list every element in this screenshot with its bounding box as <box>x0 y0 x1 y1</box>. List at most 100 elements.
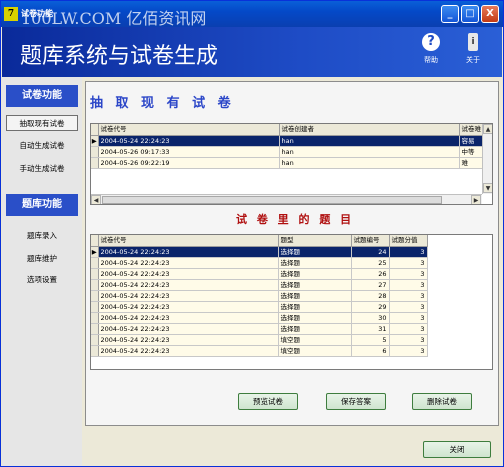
preview-exam-button[interactable]: 预览试卷 <box>238 393 298 410</box>
table-row[interactable]: 2004-05-26 09:22:19 han 难 <box>91 157 484 169</box>
cell-question-number: 25 <box>351 257 390 269</box>
col-exam-id[interactable]: 试卷代号 <box>98 235 279 247</box>
cell-exam-creator: han <box>279 135 460 147</box>
table-row[interactable]: 2004-05-24 22:24:23 选择题 27 3 <box>91 279 428 291</box>
question-header-row: 试卷代号 题型 试题编号 试题分值 <box>91 235 428 247</box>
app-header: 题库系统与试卷生成 ? 帮助 i 关于 <box>2 27 502 77</box>
exam-table: 试卷代号 试卷创建者 试卷难 ▶ 2004-05-24 22:24:23 han… <box>91 124 484 169</box>
hscroll-thumb[interactable] <box>102 196 442 204</box>
nav-item-auto-generate[interactable]: 自动生成试卷 <box>6 138 78 154</box>
cell-exam-id: 2004-05-26 09:17:33 <box>98 146 280 158</box>
cell-question-type: 选择题 <box>278 290 352 302</box>
exam-grid[interactable]: 试卷代号 试卷创建者 试卷难 ▶ 2004-05-24 22:24:23 han… <box>90 123 493 205</box>
cell-exam-id: 2004-05-24 22:24:23 <box>98 312 279 324</box>
help-icon: ? <box>422 33 440 51</box>
cell-exam-id: 2004-05-26 09:22:19 <box>98 157 280 169</box>
nav-section-bank: 题库功能 <box>6 194 78 216</box>
table-row[interactable]: 2004-05-24 22:24:23 选择题 29 3 <box>91 301 428 313</box>
cell-exam-creator: han <box>279 157 460 169</box>
exam-questions-title: 试 卷 里 的 题 目 <box>236 213 355 226</box>
scroll-up-icon[interactable]: ▲ <box>483 124 492 134</box>
cell-question-number: 30 <box>351 312 390 324</box>
table-row[interactable]: 2004-05-24 22:24:23 填空题 5 3 <box>91 334 428 346</box>
col-question-number[interactable]: 试题编号 <box>351 235 390 247</box>
cell-exam-id: 2004-05-24 22:24:23 <box>98 257 279 269</box>
cell-exam-id: 2004-05-24 22:24:23 <box>98 334 279 346</box>
nav-section-exam: 试卷功能 <box>6 85 78 107</box>
col-question-type[interactable]: 题型 <box>278 235 352 247</box>
app-window: 7 试卷功能 100LW.COM 亿佰资讯网 _ □ X 题库系统与试卷生成 ?… <box>0 0 504 467</box>
cell-exam-id: 2004-05-24 22:24:23 <box>98 345 279 357</box>
nav-item-options[interactable]: 选项设置 <box>6 272 78 288</box>
cell-question-number: 6 <box>351 345 390 357</box>
question-grid[interactable]: 试卷代号 题型 试题编号 试题分值 ▶ 2004-05-24 22:24:23 … <box>90 234 493 370</box>
table-row[interactable]: 2004-05-24 22:24:23 选择题 31 3 <box>91 323 428 335</box>
cell-exam-id: 2004-05-24 22:24:23 <box>98 323 279 335</box>
table-row[interactable]: 2004-05-24 22:24:23 选择题 26 3 <box>91 268 428 280</box>
table-row[interactable]: 2004-05-24 22:24:23 选择题 30 3 <box>91 312 428 324</box>
cell-exam-id: 2004-05-24 22:24:23 <box>98 301 279 313</box>
cell-question-score: 3 <box>389 301 428 313</box>
col-question-score[interactable]: 试题分值 <box>389 235 428 247</box>
cell-question-score: 3 <box>389 312 428 324</box>
close-window-button[interactable]: X <box>481 5 499 23</box>
cell-question-type: 选择题 <box>278 301 352 313</box>
cell-exam-id: 2004-05-24 22:24:23 <box>98 279 279 291</box>
cell-question-score: 3 <box>389 345 428 357</box>
extract-exam-title: 抽 取 现 有 试 卷 <box>90 96 235 111</box>
cell-question-type: 选择题 <box>278 257 352 269</box>
cell-question-type: 选择题 <box>278 323 352 335</box>
table-row[interactable]: ▶ 2004-05-24 22:24:23 选择题 24 3 <box>91 246 428 258</box>
scroll-left-icon[interactable]: ◀ <box>91 195 101 204</box>
page-title: 题库系统与试卷生成 <box>20 44 219 69</box>
cell-question-number: 24 <box>351 246 390 258</box>
left-nav: 试卷功能 抽取现有试卷 自动生成试卷 手动生成试卷 题库功能 题库录入 题库维护… <box>2 77 82 466</box>
about-button[interactable]: i 关于 <box>458 33 488 65</box>
table-row[interactable]: 2004-05-24 22:24:23 选择题 25 3 <box>91 257 428 269</box>
cell-exam-creator: han <box>279 146 460 158</box>
cell-question-type: 填空题 <box>278 345 352 357</box>
cell-exam-id: 2004-05-24 22:24:23 <box>98 246 279 258</box>
help-button[interactable]: ? 帮助 <box>416 33 446 65</box>
about-label: 关于 <box>466 56 480 64</box>
cell-question-score: 3 <box>389 279 428 291</box>
nav-item-bank-entry[interactable]: 题库录入 <box>6 228 78 244</box>
cell-question-number: 5 <box>351 334 390 346</box>
question-table: 试卷代号 题型 试题编号 试题分值 ▶ 2004-05-24 22:24:23 … <box>91 235 428 357</box>
cell-question-number: 26 <box>351 268 390 280</box>
cell-question-score: 3 <box>389 246 428 258</box>
exam-grid-hscroll[interactable]: ◀ ▶ <box>91 194 482 204</box>
cell-question-score: 3 <box>389 323 428 335</box>
cell-exam-difficulty: 容易 <box>459 135 484 147</box>
title-bar[interactable]: 7 试卷功能 100LW.COM 亿佰资讯网 _ □ X <box>1 1 503 28</box>
save-answers-button[interactable]: 保存答案 <box>326 393 386 410</box>
cell-question-score: 3 <box>389 257 428 269</box>
col-exam-difficulty[interactable]: 试卷难 <box>459 124 484 136</box>
cell-question-score: 3 <box>389 334 428 346</box>
nav-item-extract-exam[interactable]: 抽取现有试卷 <box>6 115 78 131</box>
cell-question-score: 3 <box>389 268 428 280</box>
nav-item-manual-generate[interactable]: 手动生成试卷 <box>6 161 78 177</box>
cell-question-number: 31 <box>351 323 390 335</box>
col-exam-id[interactable]: 试卷代号 <box>98 124 280 136</box>
cell-exam-difficulty: 中等 <box>459 146 484 158</box>
delete-exam-button[interactable]: 删除试卷 <box>412 393 472 410</box>
table-row[interactable]: 2004-05-24 22:24:23 选择题 28 3 <box>91 290 428 302</box>
cell-exam-id: 2004-05-24 22:24:23 <box>98 290 279 302</box>
cell-question-number: 28 <box>351 290 390 302</box>
close-button[interactable]: 关闭 <box>423 441 491 458</box>
nav-item-bank-maintain[interactable]: 题库维护 <box>6 251 78 267</box>
exam-grid-vscroll[interactable]: ▲ ▼ <box>482 124 492 194</box>
col-exam-creator[interactable]: 试卷创建者 <box>279 124 460 136</box>
scroll-down-icon[interactable]: ▼ <box>483 183 492 193</box>
table-row[interactable]: 2004-05-26 09:17:33 han 中等 <box>91 146 484 158</box>
table-row[interactable]: 2004-05-24 22:24:23 填空题 6 3 <box>91 345 428 357</box>
about-icon: i <box>468 33 478 51</box>
maximize-button[interactable]: □ <box>461 5 479 23</box>
minimize-button[interactable]: _ <box>441 5 459 23</box>
cell-exam-difficulty: 难 <box>459 157 484 169</box>
row-pointer-icon: ▶ <box>91 135 99 147</box>
scroll-right-icon[interactable]: ▶ <box>471 195 481 204</box>
table-row[interactable]: ▶ 2004-05-24 22:24:23 han 容易 <box>91 135 484 147</box>
cell-exam-id: 2004-05-24 22:24:23 <box>98 135 280 147</box>
